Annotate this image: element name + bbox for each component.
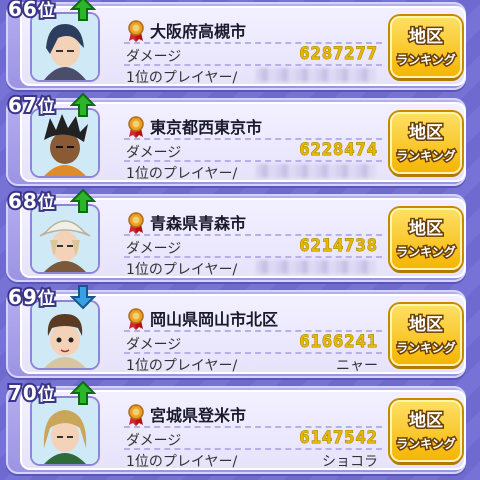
button-label-line1: 地区 xyxy=(408,122,445,145)
damage-value: 6166241 xyxy=(299,332,378,353)
button-label-line1: 地区 xyxy=(408,218,445,241)
ranking-row: 岡山県岡山市北区 ダメージ 6166241 1位のプレイヤー/ ニャー 地区 ラ… xyxy=(6,283,466,378)
ranking-row: 青森県青森市 ダメージ 6214738 1位のプレイヤー/ 地区 ランキング 6… xyxy=(6,187,466,282)
button-label-line2: ランキング xyxy=(395,340,458,357)
region-name: 宮城県登米市 xyxy=(150,406,247,425)
divider xyxy=(124,160,382,162)
rank-number: 66位 xyxy=(6,0,57,23)
damage-label: ダメージ xyxy=(126,337,182,353)
ranking-row: 大阪府高槻市 ダメージ 6287277 1位のプレイヤー/ 地区 ランキング 6… xyxy=(6,0,466,90)
medal-icon xyxy=(128,116,144,138)
top-player-name: ショコラ xyxy=(322,454,378,470)
damage-label: ダメージ xyxy=(126,49,182,65)
blurred-player-name xyxy=(256,68,376,82)
damage-value: 6214738 xyxy=(299,236,378,257)
medal-icon xyxy=(128,308,144,330)
ranking-row: 東京都西東京市 ダメージ 6228474 1位のプレイヤー/ 地区 ランキング … xyxy=(6,91,466,186)
region-ranking-button[interactable]: 地区 ランキング xyxy=(390,208,462,270)
region-ranking-button[interactable]: 地区 ランキング xyxy=(390,400,462,462)
rank-number: 67位 xyxy=(6,91,57,119)
avatar xyxy=(32,110,98,176)
damage-value: 6228474 xyxy=(299,140,378,161)
rank-up-icon xyxy=(69,188,97,214)
rank-down-icon xyxy=(69,284,97,310)
damage-value: 6287277 xyxy=(299,44,378,65)
rank-up-icon xyxy=(69,380,97,406)
top-player-name: ニャー xyxy=(336,358,378,374)
top-player-label: 1位のプレイヤー/ xyxy=(126,262,238,278)
rank-number: 68位 xyxy=(6,187,57,215)
divider xyxy=(124,448,382,450)
region-ranking-button[interactable]: 地区 ランキング xyxy=(390,112,462,174)
avatar xyxy=(32,14,98,80)
rank-number: 70位 xyxy=(6,379,57,407)
top-player-label: 1位のプレイヤー/ xyxy=(126,454,238,470)
button-label-line2: ランキング xyxy=(395,148,458,165)
button-label-line1: 地区 xyxy=(408,410,445,433)
damage-label: ダメージ xyxy=(126,145,182,161)
top-player-label: 1位のプレイヤー/ xyxy=(126,166,238,182)
button-label-line2: ランキング xyxy=(395,436,458,453)
button-label-line2: ランキング xyxy=(395,52,458,69)
region-name: 大阪府高槻市 xyxy=(150,22,247,41)
blurred-player-name xyxy=(256,260,376,274)
blurred-player-name xyxy=(256,164,376,178)
damage-value: 6147542 xyxy=(299,428,378,449)
rank-number: 69位 xyxy=(6,283,57,311)
button-label-line2: ランキング xyxy=(395,244,458,261)
button-label-line1: 地区 xyxy=(408,26,445,49)
region-ranking-button[interactable]: 地区 ランキング xyxy=(390,16,462,78)
button-label-line1: 地区 xyxy=(408,314,445,337)
rank-up-icon xyxy=(69,92,97,118)
medal-icon xyxy=(128,404,144,426)
damage-label: ダメージ xyxy=(126,433,182,449)
rank-up-icon xyxy=(69,0,97,22)
region-name: 東京都西東京市 xyxy=(150,118,263,137)
divider xyxy=(124,352,382,354)
avatar xyxy=(32,206,98,272)
region-name: 岡山県岡山市北区 xyxy=(150,310,279,329)
divider xyxy=(124,64,382,66)
top-player-label: 1位のプレイヤー/ xyxy=(126,358,238,374)
medal-icon xyxy=(128,20,144,42)
region-ranking-button[interactable]: 地区 ランキング xyxy=(390,304,462,366)
divider xyxy=(124,256,382,258)
region-name: 青森県青森市 xyxy=(150,214,247,233)
medal-icon xyxy=(128,212,144,234)
avatar xyxy=(32,302,98,368)
damage-label: ダメージ xyxy=(126,241,182,257)
avatar xyxy=(32,398,98,464)
ranking-row: 宮城県登米市 ダメージ 6147542 1位のプレイヤー/ ショコラ 地区 ラン… xyxy=(6,379,466,474)
top-player-label: 1位のプレイヤー/ xyxy=(126,70,238,86)
